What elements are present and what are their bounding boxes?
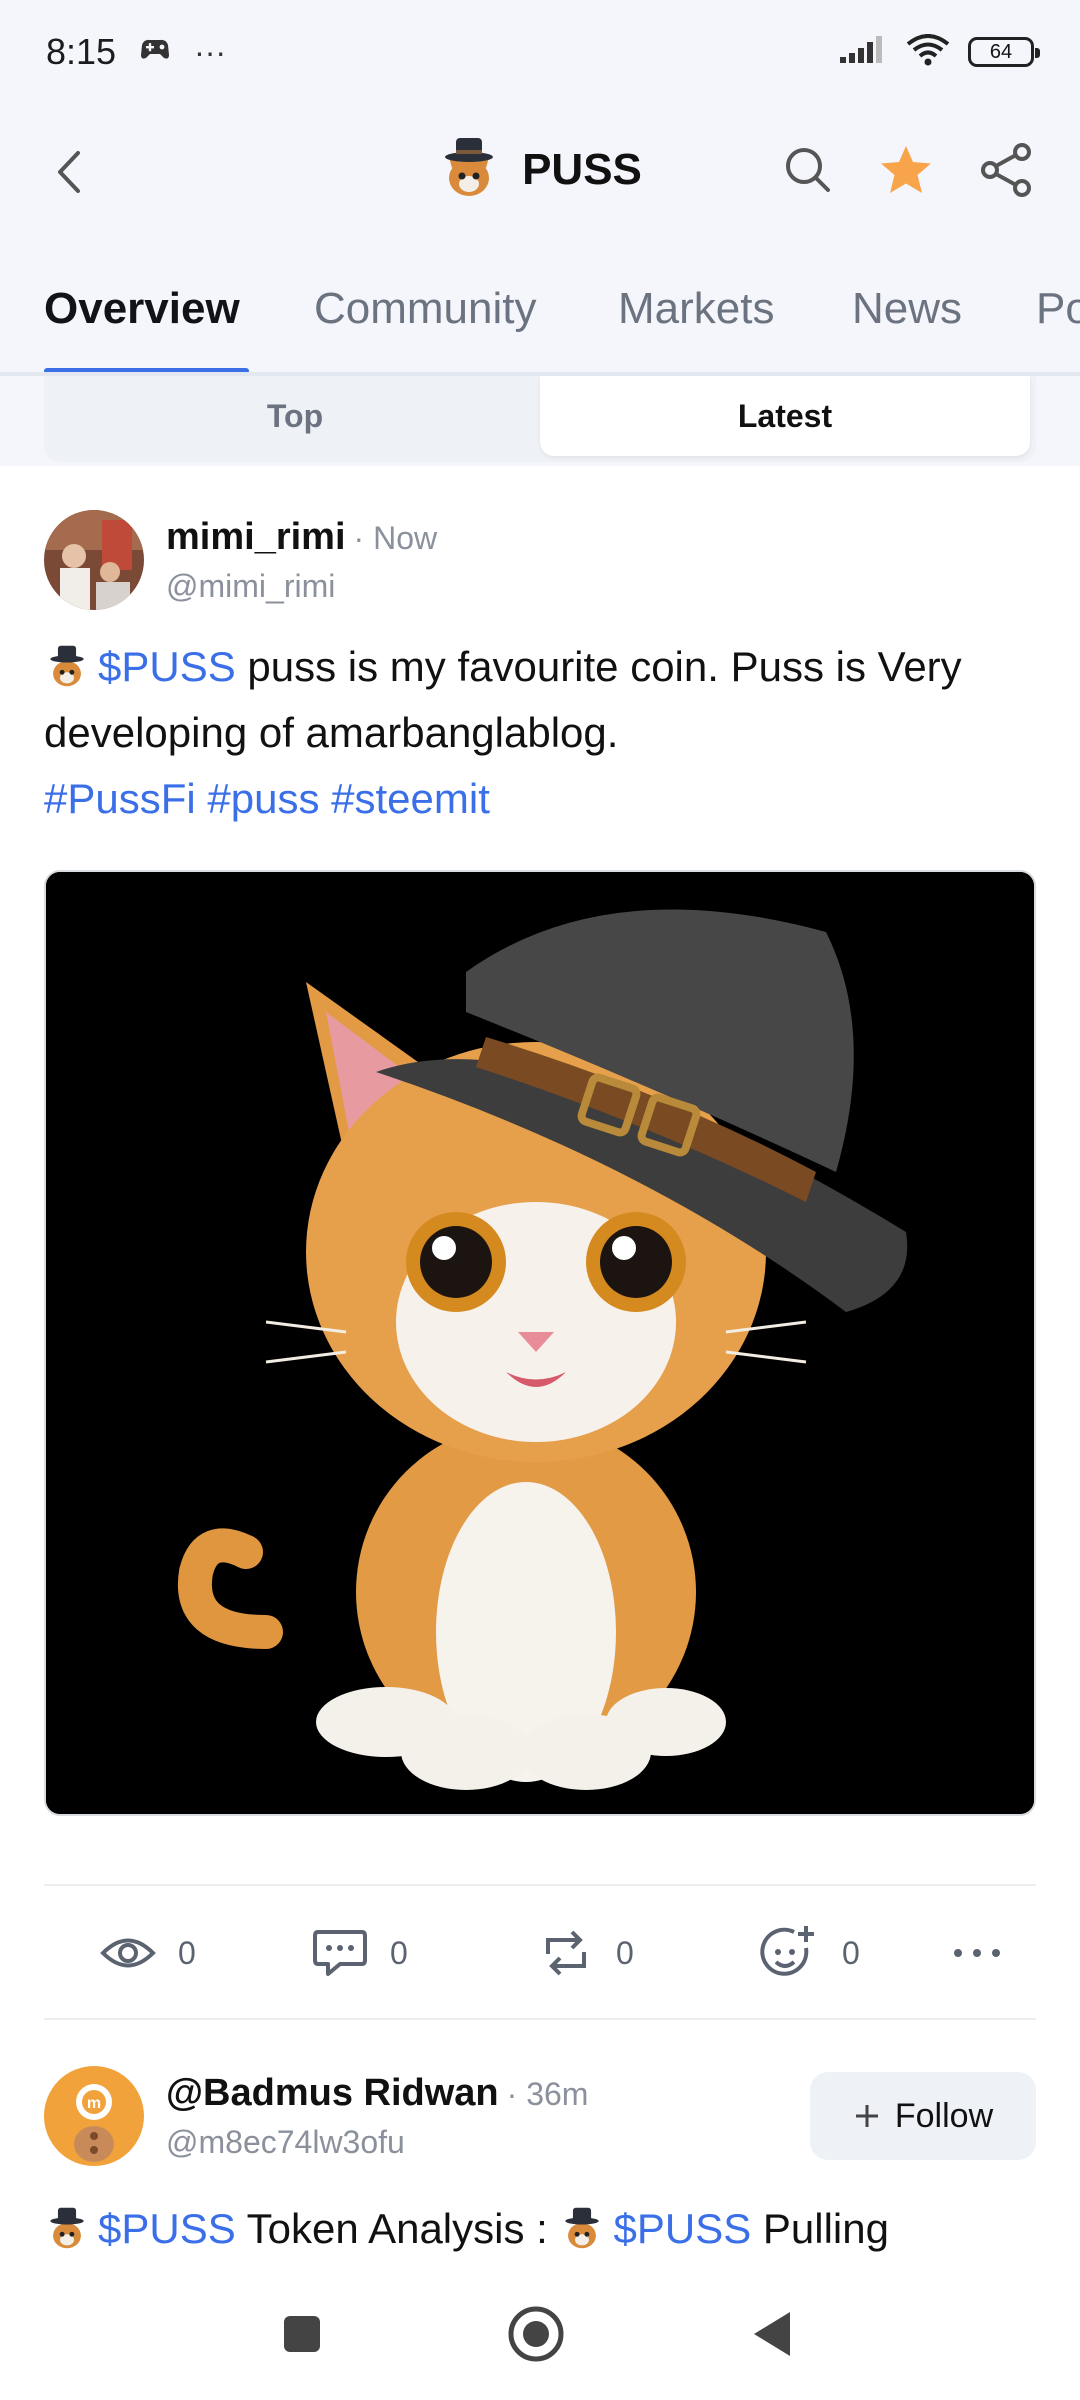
status-time: 8:15 xyxy=(46,31,117,72)
reactions-count: 0 xyxy=(842,1934,860,1971)
wifi-icon xyxy=(906,33,950,71)
tab-overview[interactable]: Overview xyxy=(44,284,240,334)
sort-toggle: Top Latest xyxy=(44,376,1036,462)
app-header: PUSS xyxy=(0,104,1080,240)
active-tab-indicator xyxy=(44,368,249,372)
signal-icon xyxy=(840,35,888,70)
follow-label: Follow xyxy=(894,2096,994,2135)
share-button[interactable] xyxy=(974,138,1038,202)
puss-token-icon xyxy=(559,2204,605,2250)
author-handle: @mimi_rimi xyxy=(166,568,336,604)
subtab-top[interactable]: Top xyxy=(50,376,540,456)
avatar[interactable]: m xyxy=(44,2066,144,2166)
favorite-button[interactable] xyxy=(874,138,938,202)
recents-button[interactable] xyxy=(270,2302,334,2366)
hashtags[interactable]: #PussFi #puss #steemit xyxy=(44,775,490,822)
author-name[interactable]: @Badmus Ridwan · 36m xyxy=(166,2072,588,2115)
subtab-latest[interactable]: Latest xyxy=(540,376,1030,456)
post-card[interactable]: mimi_rimi · Now @mimi_rimi $PUSS puss is … xyxy=(44,510,1036,1816)
cashtag-link[interactable]: $PUSS xyxy=(98,643,236,690)
section-tabs: Overview Community Markets News Po xyxy=(0,240,1080,376)
post-time: · Now xyxy=(353,520,438,556)
more-horizontal-icon xyxy=(954,1949,1000,1957)
post-body: $PUSS Token Analysis : $PUSS Pulling xyxy=(44,2196,1036,2262)
post-image[interactable] xyxy=(44,870,1036,1816)
comments-count: 0 xyxy=(390,1934,408,1971)
author-name-text: @Badmus Ridwan xyxy=(166,2072,499,2114)
views-action[interactable]: 0 xyxy=(100,1888,196,2018)
share-icon xyxy=(981,143,1031,197)
more-button[interactable] xyxy=(952,1888,1002,2018)
reaction-action[interactable]: 0 xyxy=(760,1888,860,2018)
search-icon xyxy=(786,148,830,192)
puss-logo-icon xyxy=(438,134,500,205)
square-icon xyxy=(284,2316,320,2352)
page-title: PUSS xyxy=(522,144,642,194)
home-button[interactable] xyxy=(504,2302,568,2366)
game-controller-icon xyxy=(138,35,172,70)
post-card[interactable]: m @Badmus Ridwan · 36m @m8ec74lw3ofu Foll… xyxy=(44,2066,1036,2266)
follow-button[interactable]: Follow xyxy=(810,2072,1036,2160)
puss-token-icon xyxy=(44,2204,90,2250)
cashtag-link[interactable]: $PUSS xyxy=(613,2205,751,2252)
system-navigation-bar xyxy=(0,2268,1080,2400)
reposts-count: 0 xyxy=(616,1934,634,1971)
author-handle: @m8ec74lw3ofu xyxy=(166,2124,405,2160)
post-body: $PUSS puss is my favourite coin. Puss is… xyxy=(44,634,1036,832)
post-actions: 0 0 0 0 xyxy=(44,1888,1036,2018)
add-reaction-icon xyxy=(760,1926,814,1976)
comment-icon xyxy=(313,1930,367,1976)
more-notifications-icon: ··· xyxy=(194,33,227,70)
tab-community[interactable]: Community xyxy=(314,284,537,334)
author-name[interactable]: mimi_rimi · Now xyxy=(166,516,437,559)
battery-indicator: 64 xyxy=(968,37,1040,67)
avatar[interactable] xyxy=(44,510,144,610)
tab-markets[interactable]: Markets xyxy=(618,284,774,334)
divider xyxy=(44,2018,1036,2020)
post-time: · 36m xyxy=(506,2076,589,2112)
tab-news[interactable]: News xyxy=(852,284,962,334)
back-nav-button[interactable] xyxy=(740,2302,804,2366)
circle-icon xyxy=(508,2306,564,2362)
author-name-text: mimi_rimi xyxy=(166,516,346,558)
svg-text:m: m xyxy=(87,2095,101,2112)
post-text: Token Analysis : xyxy=(235,2205,560,2252)
divider xyxy=(44,1884,1036,1886)
plus-icon xyxy=(855,2105,878,2127)
status-bar: 8:15 ··· 64 xyxy=(0,0,1080,104)
puss-token-icon xyxy=(44,642,90,688)
repost-action[interactable]: 0 xyxy=(538,1888,634,2018)
search-button[interactable] xyxy=(776,138,840,202)
star-icon xyxy=(881,146,931,193)
triangle-back-icon xyxy=(754,2312,790,2356)
repost-icon xyxy=(546,1930,586,1976)
post-text: Pulling xyxy=(751,2205,889,2252)
tab-more[interactable]: Po xyxy=(1036,284,1080,334)
views-count: 0 xyxy=(178,1934,196,1971)
cashtag-link[interactable]: $PUSS xyxy=(98,2205,236,2252)
eye-icon xyxy=(100,1938,156,1968)
comment-action[interactable]: 0 xyxy=(312,1888,408,2018)
